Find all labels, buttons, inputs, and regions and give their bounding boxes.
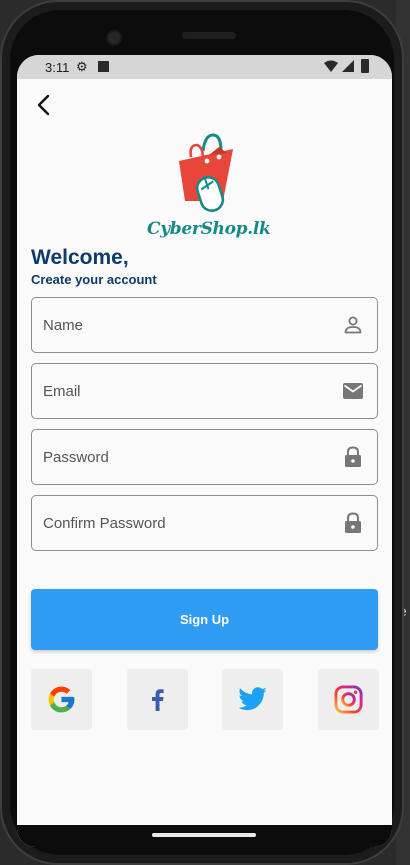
status-bar: 3:11 ⚙	[17, 55, 392, 79]
email-input[interactable]	[32, 364, 332, 418]
mail-icon	[343, 383, 363, 399]
lock-icon	[345, 512, 361, 533]
battery-icon	[361, 59, 369, 73]
notification-square-icon	[98, 61, 109, 72]
system-nav-bar	[17, 825, 392, 847]
instagram-icon	[334, 685, 363, 714]
google-login-button[interactable]	[31, 669, 92, 730]
google-icon	[48, 686, 75, 713]
password-input[interactable]	[32, 430, 332, 484]
name-input[interactable]	[32, 298, 332, 352]
confirm-password-input[interactable]	[32, 496, 332, 550]
signal-icon	[342, 60, 354, 72]
front-camera	[106, 30, 122, 46]
welcome-title: Welcome,	[31, 246, 129, 269]
settings-gear-icon: ⚙	[76, 59, 88, 74]
facebook-login-button[interactable]	[127, 669, 188, 730]
password-field	[31, 429, 378, 485]
twitter-icon	[238, 687, 267, 711]
welcome-subtitle: Create your account	[31, 272, 157, 287]
earpiece-speaker	[182, 32, 236, 39]
person-icon	[344, 316, 362, 334]
instagram-login-button[interactable]	[318, 669, 379, 730]
name-field	[31, 297, 378, 353]
sign-up-button[interactable]: Sign Up	[31, 589, 378, 650]
wifi-icon	[324, 60, 338, 72]
logo-wordmark: CyberShop.lk	[147, 219, 271, 239]
email-field	[31, 363, 378, 419]
lock-icon	[345, 446, 361, 467]
twitter-login-button[interactable]	[222, 669, 283, 730]
app-screen: 3:11 ⚙ CyberShop.lk Welcome, Create your…	[17, 55, 392, 847]
confirm-password-field	[31, 495, 378, 551]
back-arrow-icon[interactable]	[33, 91, 57, 119]
facebook-icon	[152, 689, 164, 711]
home-gesture-pill[interactable]	[152, 833, 256, 837]
device-frame: 3:11 ⚙ CyberShop.lk Welcome, Create your…	[0, 0, 404, 865]
status-time: 3:11	[45, 60, 70, 75]
